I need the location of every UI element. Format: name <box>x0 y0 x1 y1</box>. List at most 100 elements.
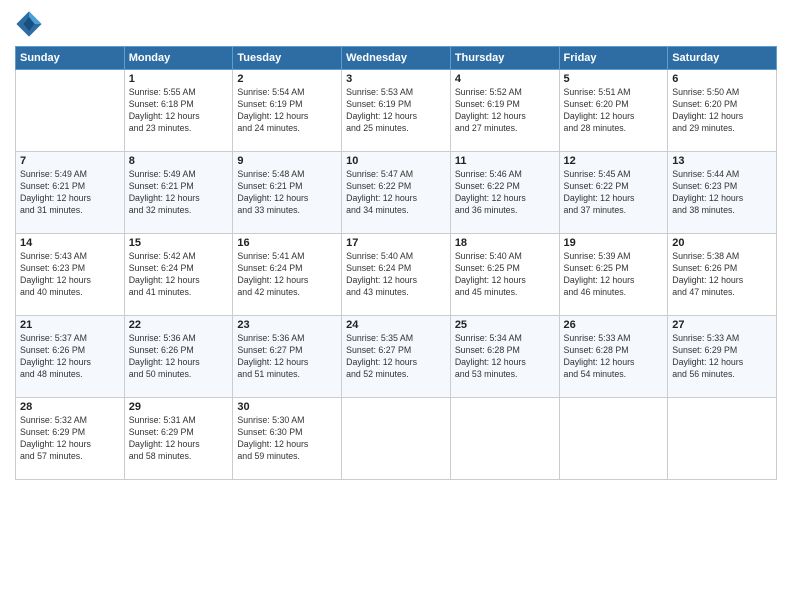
day-number: 14 <box>20 237 120 249</box>
day-number: 26 <box>564 319 664 331</box>
calendar-cell: 27 Sunrise: 5:33 AM Sunset: 6:29 PM Dayli… <box>668 316 777 398</box>
cell-info: Sunrise: 5:35 AM Sunset: 6:27 PM Dayligh… <box>346 333 446 381</box>
col-header-tuesday: Tuesday <box>233 47 342 70</box>
day-number: 29 <box>129 401 229 413</box>
calendar-cell: 19 Sunrise: 5:39 AM Sunset: 6:25 PM Dayli… <box>559 234 668 316</box>
day-number: 10 <box>346 155 446 167</box>
cell-info: Sunrise: 5:48 AM Sunset: 6:21 PM Dayligh… <box>237 169 337 217</box>
day-number: 13 <box>672 155 772 167</box>
calendar-cell: 29 Sunrise: 5:31 AM Sunset: 6:29 PM Dayli… <box>124 398 233 480</box>
calendar-cell <box>668 398 777 480</box>
cell-info: Sunrise: 5:32 AM Sunset: 6:29 PM Dayligh… <box>20 415 120 463</box>
cell-info: Sunrise: 5:40 AM Sunset: 6:25 PM Dayligh… <box>455 251 555 299</box>
calendar-cell: 6 Sunrise: 5:50 AM Sunset: 6:20 PM Daylig… <box>668 70 777 152</box>
cell-info: Sunrise: 5:33 AM Sunset: 6:28 PM Dayligh… <box>564 333 664 381</box>
day-number: 8 <box>129 155 229 167</box>
day-number: 28 <box>20 401 120 413</box>
day-number: 11 <box>455 155 555 167</box>
cell-info: Sunrise: 5:55 AM Sunset: 6:18 PM Dayligh… <box>129 87 229 135</box>
calendar-cell <box>342 398 451 480</box>
col-header-wednesday: Wednesday <box>342 47 451 70</box>
calendar-week-3: 21Sunrise: 5:37 AM Sunset: 6:26 PM Dayli… <box>16 316 777 398</box>
cell-info: Sunrise: 5:52 AM Sunset: 6:19 PM Dayligh… <box>455 87 555 135</box>
cell-info: Sunrise: 5:36 AM Sunset: 6:26 PM Dayligh… <box>129 333 229 381</box>
calendar-cell: 7 Sunrise: 5:49 AM Sunset: 6:21 PM Daylig… <box>16 152 125 234</box>
calendar-week-0: 1Sunrise: 5:55 AM Sunset: 6:18 PM Daylig… <box>16 70 777 152</box>
col-header-friday: Friday <box>559 47 668 70</box>
calendar-cell: 21Sunrise: 5:37 AM Sunset: 6:26 PM Dayli… <box>16 316 125 398</box>
cell-info: Sunrise: 5:31 AM Sunset: 6:29 PM Dayligh… <box>129 415 229 463</box>
cell-info: Sunrise: 5:41 AM Sunset: 6:24 PM Dayligh… <box>237 251 337 299</box>
calendar-cell: 12 Sunrise: 5:45 AM Sunset: 6:22 PM Dayli… <box>559 152 668 234</box>
cell-info: Sunrise: 5:51 AM Sunset: 6:20 PM Dayligh… <box>564 87 664 135</box>
day-number: 23 <box>237 319 337 331</box>
calendar-cell: 10 Sunrise: 5:47 AM Sunset: 6:22 PM Dayli… <box>342 152 451 234</box>
col-header-saturday: Saturday <box>668 47 777 70</box>
cell-info: Sunrise: 5:44 AM Sunset: 6:23 PM Dayligh… <box>672 169 772 217</box>
day-number: 9 <box>237 155 337 167</box>
calendar-cell: 2Sunrise: 5:54 AM Sunset: 6:19 PM Daylig… <box>233 70 342 152</box>
col-header-sunday: Sunday <box>16 47 125 70</box>
day-number: 24 <box>346 319 446 331</box>
calendar-cell: 11 Sunrise: 5:46 AM Sunset: 6:22 PM Dayli… <box>450 152 559 234</box>
calendar-cell: 17 Sunrise: 5:40 AM Sunset: 6:24 PM Dayli… <box>342 234 451 316</box>
cell-info: Sunrise: 5:38 AM Sunset: 6:26 PM Dayligh… <box>672 251 772 299</box>
calendar-cell: 4 Sunrise: 5:52 AM Sunset: 6:19 PM Daylig… <box>450 70 559 152</box>
calendar-cell: 5 Sunrise: 5:51 AM Sunset: 6:20 PM Daylig… <box>559 70 668 152</box>
cell-info: Sunrise: 5:49 AM Sunset: 6:21 PM Dayligh… <box>20 169 120 217</box>
calendar-cell: 24 Sunrise: 5:35 AM Sunset: 6:27 PM Dayli… <box>342 316 451 398</box>
calendar-table: SundayMondayTuesdayWednesdayThursdayFrid… <box>15 46 777 480</box>
col-header-thursday: Thursday <box>450 47 559 70</box>
day-number: 3 <box>346 73 446 85</box>
day-number: 4 <box>455 73 555 85</box>
calendar-cell: 28 Sunrise: 5:32 AM Sunset: 6:29 PM Dayli… <box>16 398 125 480</box>
cell-info: Sunrise: 5:46 AM Sunset: 6:22 PM Dayligh… <box>455 169 555 217</box>
day-number: 27 <box>672 319 772 331</box>
cell-info: Sunrise: 5:39 AM Sunset: 6:25 PM Dayligh… <box>564 251 664 299</box>
day-number: 20 <box>672 237 772 249</box>
calendar-cell: 25 Sunrise: 5:34 AM Sunset: 6:28 PM Dayli… <box>450 316 559 398</box>
calendar-cell: 20 Sunrise: 5:38 AM Sunset: 6:26 PM Dayli… <box>668 234 777 316</box>
day-number: 25 <box>455 319 555 331</box>
calendar-cell: 26 Sunrise: 5:33 AM Sunset: 6:28 PM Dayli… <box>559 316 668 398</box>
calendar-week-2: 14 Sunrise: 5:43 AM Sunset: 6:23 PM Dayli… <box>16 234 777 316</box>
calendar-cell <box>16 70 125 152</box>
cell-info: Sunrise: 5:36 AM Sunset: 6:27 PM Dayligh… <box>237 333 337 381</box>
calendar-week-4: 28 Sunrise: 5:32 AM Sunset: 6:29 PM Dayli… <box>16 398 777 480</box>
cell-info: Sunrise: 5:37 AM Sunset: 6:26 PM Dayligh… <box>20 333 120 381</box>
cell-info: Sunrise: 5:33 AM Sunset: 6:29 PM Dayligh… <box>672 333 772 381</box>
calendar-cell: 3Sunrise: 5:53 AM Sunset: 6:19 PM Daylig… <box>342 70 451 152</box>
calendar-cell: 13 Sunrise: 5:44 AM Sunset: 6:23 PM Dayli… <box>668 152 777 234</box>
cell-info: Sunrise: 5:47 AM Sunset: 6:22 PM Dayligh… <box>346 169 446 217</box>
calendar-cell: 30Sunrise: 5:30 AM Sunset: 6:30 PM Dayli… <box>233 398 342 480</box>
day-number: 17 <box>346 237 446 249</box>
cell-info: Sunrise: 5:43 AM Sunset: 6:23 PM Dayligh… <box>20 251 120 299</box>
calendar-cell: 15 Sunrise: 5:42 AM Sunset: 6:24 PM Dayli… <box>124 234 233 316</box>
cell-info: Sunrise: 5:34 AM Sunset: 6:28 PM Dayligh… <box>455 333 555 381</box>
calendar-cell: 16 Sunrise: 5:41 AM Sunset: 6:24 PM Dayli… <box>233 234 342 316</box>
calendar-header-row: SundayMondayTuesdayWednesdayThursdayFrid… <box>16 47 777 70</box>
cell-info: Sunrise: 5:50 AM Sunset: 6:20 PM Dayligh… <box>672 87 772 135</box>
cell-info: Sunrise: 5:40 AM Sunset: 6:24 PM Dayligh… <box>346 251 446 299</box>
day-number: 16 <box>237 237 337 249</box>
cell-info: Sunrise: 5:54 AM Sunset: 6:19 PM Dayligh… <box>237 87 337 135</box>
day-number: 5 <box>564 73 664 85</box>
calendar-cell: 23 Sunrise: 5:36 AM Sunset: 6:27 PM Dayli… <box>233 316 342 398</box>
day-number: 12 <box>564 155 664 167</box>
day-number: 7 <box>20 155 120 167</box>
calendar-cell: 8 Sunrise: 5:49 AM Sunset: 6:21 PM Daylig… <box>124 152 233 234</box>
calendar-cell <box>559 398 668 480</box>
cell-info: Sunrise: 5:49 AM Sunset: 6:21 PM Dayligh… <box>129 169 229 217</box>
calendar-cell <box>450 398 559 480</box>
logo <box>15 10 47 38</box>
logo-icon <box>15 10 43 38</box>
day-number: 15 <box>129 237 229 249</box>
page: SundayMondayTuesdayWednesdayThursdayFrid… <box>0 0 792 612</box>
day-number: 6 <box>672 73 772 85</box>
cell-info: Sunrise: 5:42 AM Sunset: 6:24 PM Dayligh… <box>129 251 229 299</box>
calendar-week-1: 7 Sunrise: 5:49 AM Sunset: 6:21 PM Daylig… <box>16 152 777 234</box>
header <box>15 10 777 38</box>
day-number: 19 <box>564 237 664 249</box>
cell-info: Sunrise: 5:45 AM Sunset: 6:22 PM Dayligh… <box>564 169 664 217</box>
calendar-cell: 1Sunrise: 5:55 AM Sunset: 6:18 PM Daylig… <box>124 70 233 152</box>
